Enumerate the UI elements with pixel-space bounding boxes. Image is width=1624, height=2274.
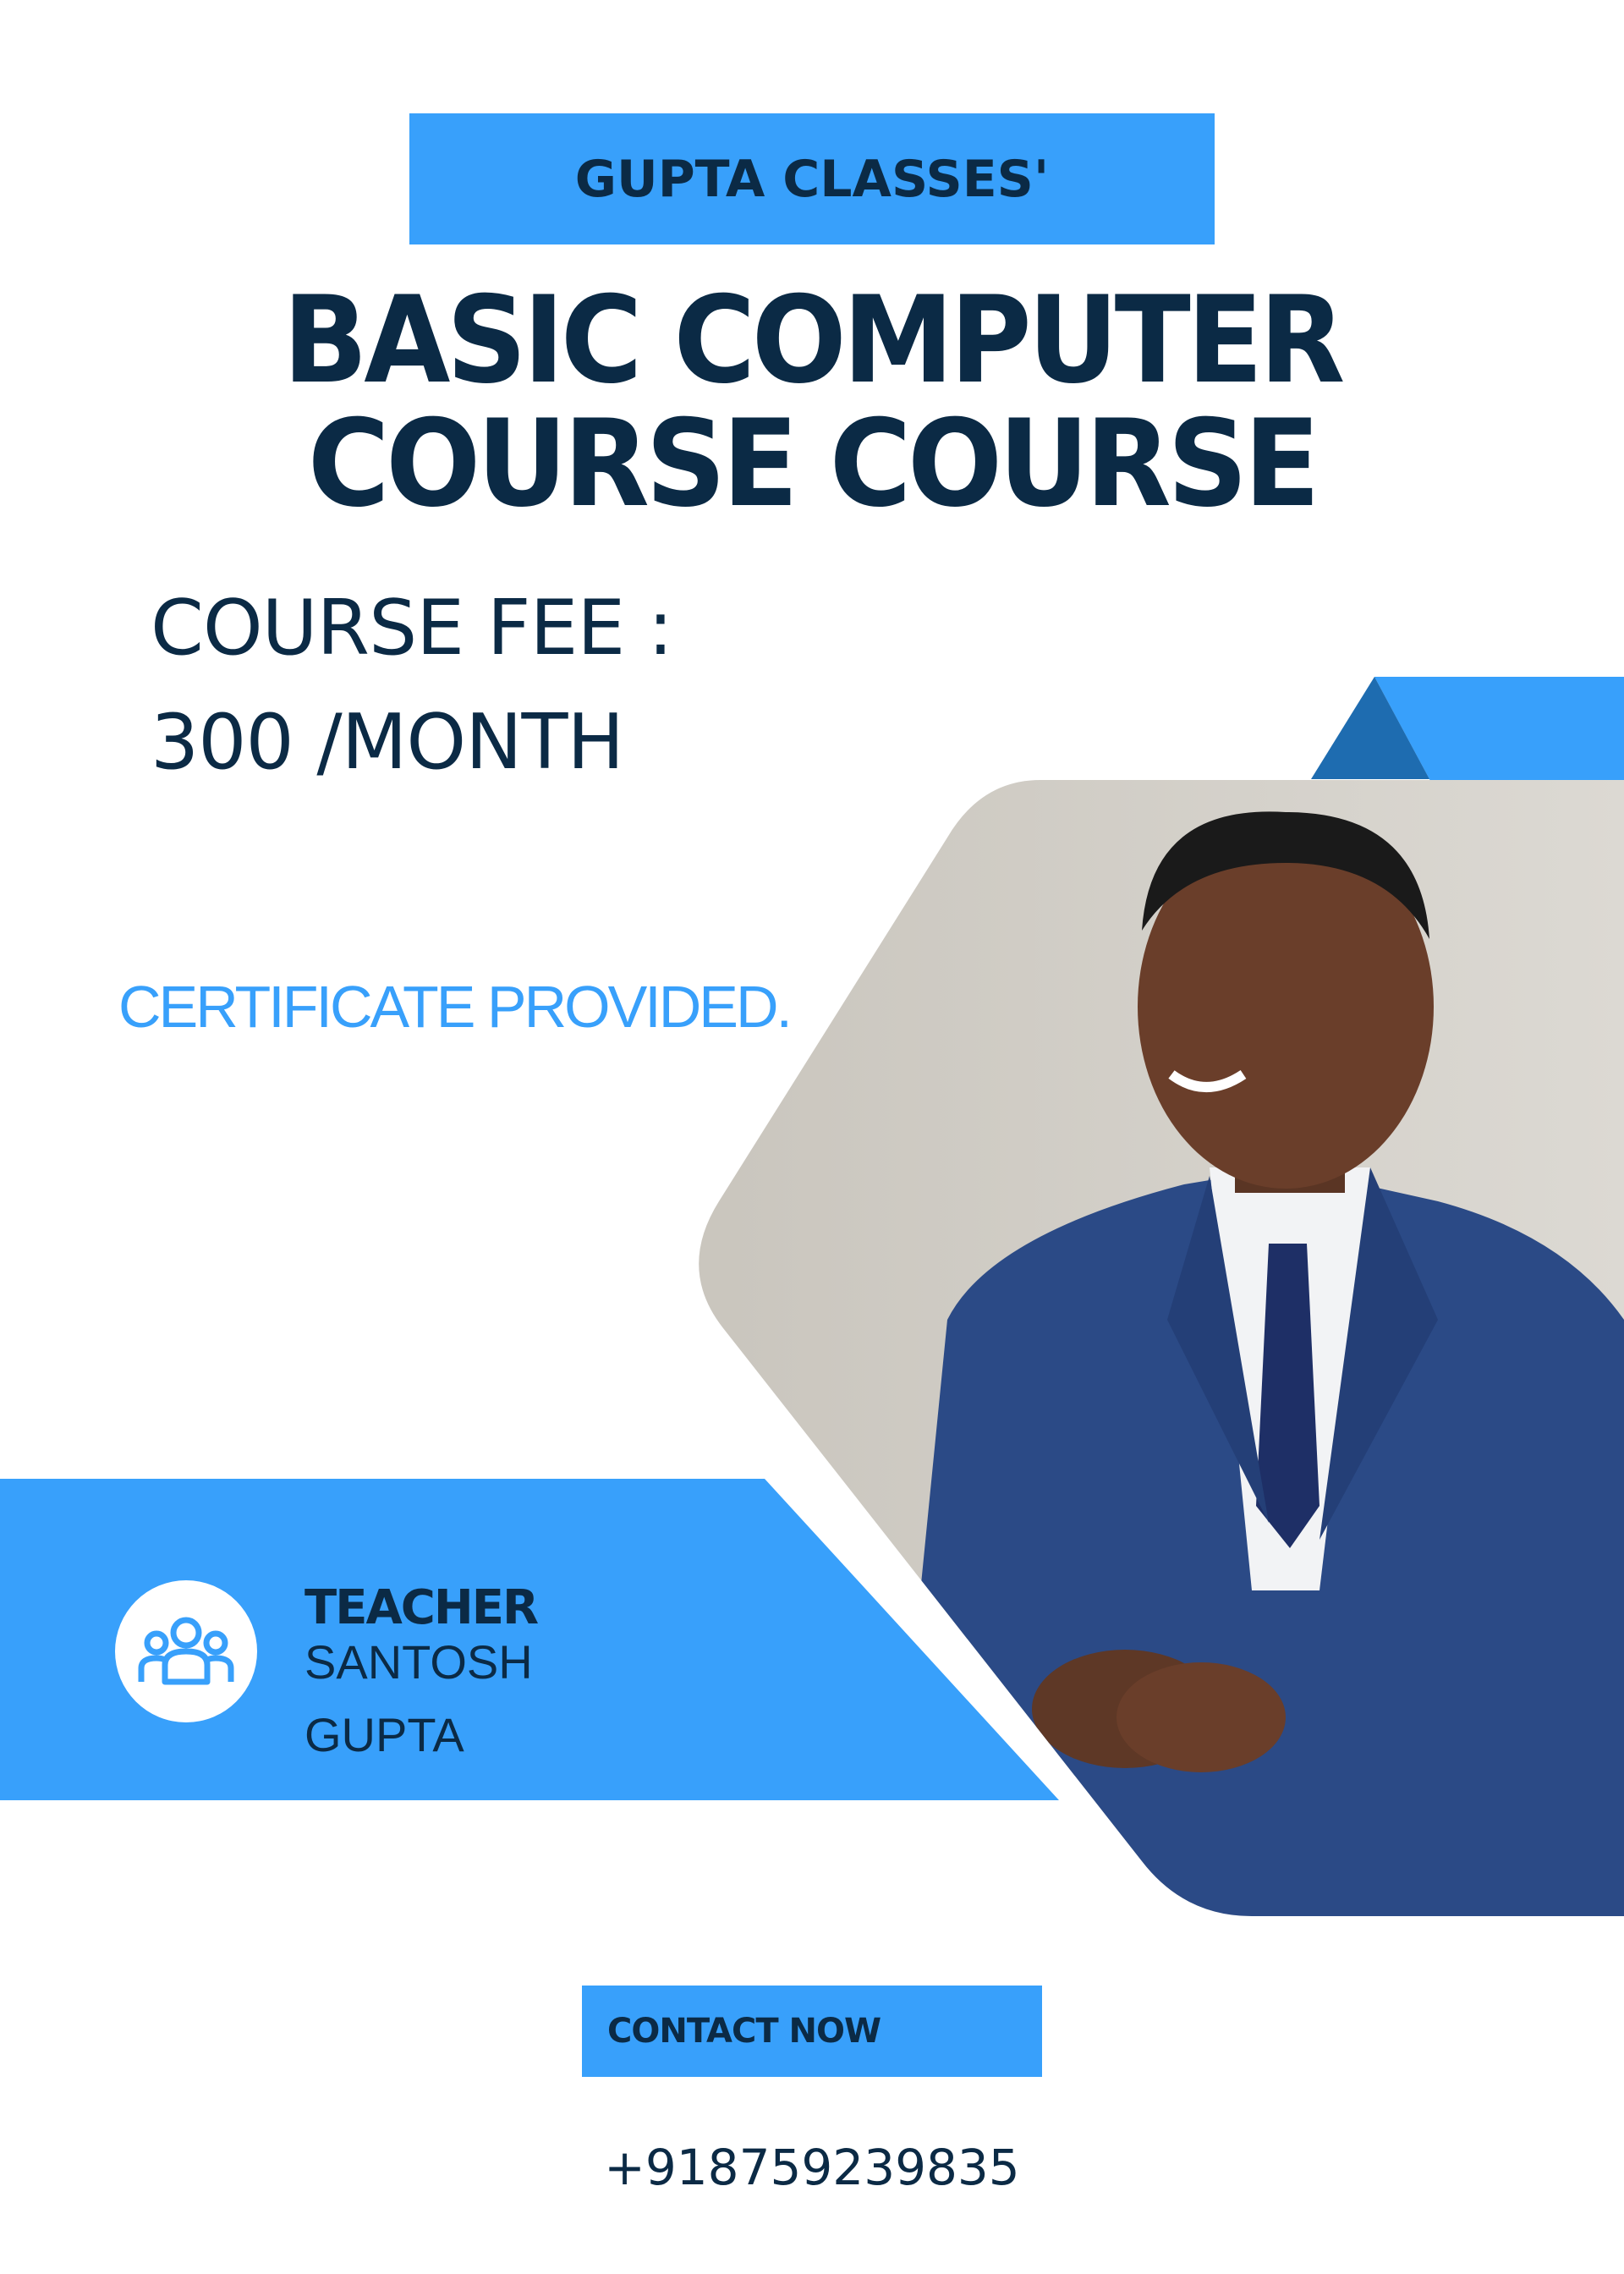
brand-banner: GUPTA CLASSES' [409, 113, 1215, 244]
man-in-blue-suit-photo [699, 780, 1624, 1916]
contact-now-label: CONTACT NOW [607, 2012, 881, 2051]
teacher-name-first: SANTOSH [304, 1635, 533, 1689]
teacher-name-last: GUPTA [304, 1708, 464, 1761]
certificate-note: CERTIFICATE PROVIDED. [118, 974, 793, 1040]
brand-name: GUPTA CLASSES' [574, 149, 1050, 209]
course-title: BASIC COMPUTER COURSE COURSE [0, 279, 1624, 526]
contact-now-button[interactable]: CONTACT NOW [582, 1986, 1042, 2077]
course-title-line-2: COURSE COURSE [307, 394, 1320, 534]
teacher-icon-badge [115, 1580, 257, 1722]
fee-label: COURSE FEE : [151, 584, 673, 673]
users-group-icon [138, 1617, 234, 1685]
course-title-line-1: BASIC COMPUTER [283, 271, 1345, 410]
teacher-title: TEACHER [304, 1580, 539, 1635]
fee-value: 300 /MONTH [151, 698, 624, 787]
phone-number: +918759239835 [604, 2139, 1020, 2196]
